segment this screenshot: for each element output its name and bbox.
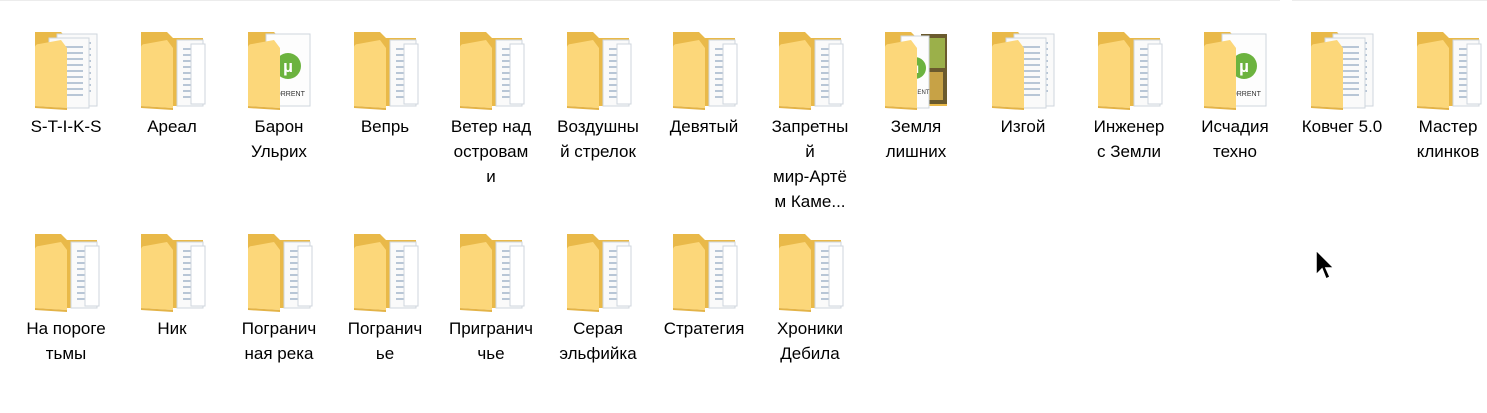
folder-item[interactable]: На пороге тьмы [13, 204, 119, 394]
folder-label: Ковчег 5.0 [1301, 117, 1383, 136]
folder-icon [239, 224, 319, 314]
folder-item[interactable]: Изгой [970, 2, 1076, 192]
folder-item[interactable]: Ареал [119, 2, 225, 192]
folder-torrent-photo-icon: µ TORRENT [876, 22, 956, 112]
folder-label: Вепрь [360, 117, 410, 136]
folder-icon [26, 224, 106, 314]
folder-icon [558, 224, 638, 314]
folder-label: Ареал [147, 117, 197, 136]
folder-label: Мастер клинков [1416, 117, 1480, 161]
folder-item[interactable]: Серая эльфийка [545, 204, 651, 394]
folder-icon [770, 224, 850, 314]
folder-label: Земля лишних [885, 117, 947, 161]
folder-doc-icon [1302, 22, 1382, 112]
folder-icon [345, 224, 425, 314]
folder-label: Серая эльфийка [559, 319, 637, 363]
folder-label: Исчадия техно [1201, 117, 1269, 161]
folder-item[interactable]: Воздушны й стрелок [545, 2, 651, 192]
folder-item[interactable]: µ TORRENT Земля лишних [863, 2, 969, 192]
folder-item[interactable]: µ TORRENT Барон Ульрих [226, 2, 332, 192]
folder-label: Стратегия [663, 319, 745, 338]
folder-label: Ник [157, 319, 187, 338]
folder-item[interactable]: Запретны й мир-Артё м Каме... [757, 2, 863, 211]
folder-label: Погранич ная река [241, 319, 317, 363]
folder-label: Изгой [1000, 117, 1046, 136]
folder-item[interactable]: S-T-I-K-S [13, 2, 119, 192]
folder-icon [1408, 22, 1487, 112]
file-grid: S-T-I-K-S Ареал µ TORRENT Барон Ульрих В… [0, 0, 1487, 413]
folder-torrent-icon: µ TORRENT [1195, 22, 1275, 112]
folder-label: На пороге тьмы [26, 319, 106, 363]
folder-item[interactable]: Ковчег 5.0 [1289, 2, 1395, 192]
folder-item[interactable]: Мастер клинков [1395, 2, 1487, 192]
folder-icon [451, 22, 531, 112]
folder-doc-icon [26, 22, 106, 112]
folder-torrent-icon: µ TORRENT [239, 22, 319, 112]
folder-icon [132, 22, 212, 112]
folder-item[interactable]: Ветер над островам и [438, 2, 544, 192]
folder-icon [132, 224, 212, 314]
folder-item[interactable]: Девятый [651, 2, 757, 192]
folder-label: S-T-I-K-S [30, 117, 102, 136]
folder-label: Пригранич чье [448, 319, 534, 363]
folder-label: Барон Ульрих [251, 117, 307, 161]
folder-item[interactable]: Инженер с Земли [1076, 2, 1182, 192]
folder-item[interactable]: Погранич ье [332, 204, 438, 394]
folder-label: Ветер над островам и [450, 117, 532, 186]
folder-icon [451, 224, 531, 314]
folder-item[interactable]: Хроники Дебила [757, 204, 863, 394]
folder-icon [1089, 22, 1169, 112]
folder-label: Инженер с Земли [1093, 117, 1165, 161]
folder-icon [770, 22, 850, 112]
folder-item[interactable]: Стратегия [651, 204, 757, 394]
folder-label: Воздушны й стрелок [557, 117, 639, 161]
folder-item[interactable]: Погранич ная река [226, 204, 332, 394]
folder-item[interactable]: Вепрь [332, 2, 438, 192]
folder-item[interactable]: Ник [119, 204, 225, 394]
folder-label: Запретны й мир-Артё м Каме... [771, 117, 849, 211]
folder-doc-icon [983, 22, 1063, 112]
folder-icon [664, 224, 744, 314]
folder-icon [345, 22, 425, 112]
mouse-cursor-icon [1314, 248, 1336, 282]
folder-label: Погранич ье [347, 319, 423, 363]
folder-label: Хроники Дебила [776, 319, 844, 363]
folder-icon [558, 22, 638, 112]
folder-item[interactable]: Пригранич чье [438, 204, 544, 394]
folder-label: Девятый [669, 117, 739, 136]
folder-item[interactable]: µ TORRENT Исчадия техно [1182, 2, 1288, 192]
folder-icon [664, 22, 744, 112]
